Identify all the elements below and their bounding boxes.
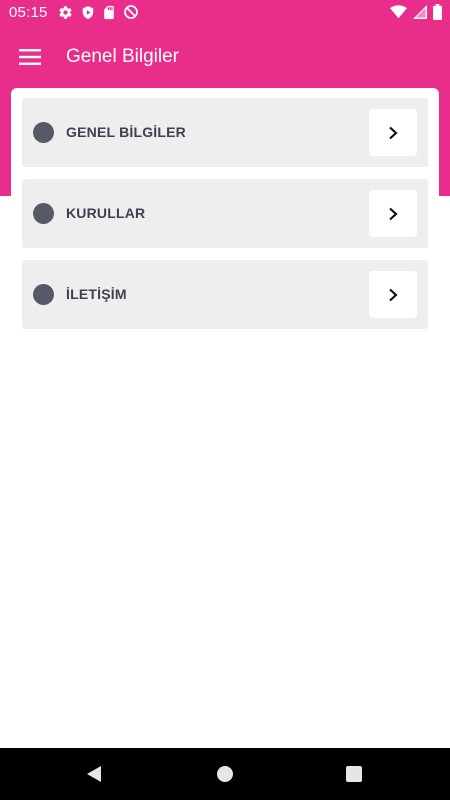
- menu-item-label: GENEL BİLGİLER: [66, 124, 186, 140]
- status-bar: 05:15: [0, 0, 450, 26]
- dot-icon: [33, 122, 54, 143]
- screen: 05:15 Genel Bilgiler GENEL BİLGİLER KURU…: [0, 0, 450, 800]
- navigation-bar: [0, 748, 450, 800]
- battery-icon: [433, 4, 442, 20]
- dot-icon: [33, 284, 54, 305]
- sd-card-icon: [103, 5, 115, 20]
- back-icon[interactable]: [82, 762, 106, 786]
- recents-icon[interactable]: [342, 762, 366, 786]
- menu-list: GENEL BİLGİLER KURULLAR İLETİŞİM: [22, 98, 428, 341]
- menu-item-kurullar[interactable]: KURULLAR: [22, 179, 428, 248]
- home-icon[interactable]: [213, 762, 237, 786]
- signal-icon: [413, 5, 427, 19]
- app-bar: Genel Bilgiler: [0, 26, 450, 88]
- dot-icon: [33, 203, 54, 224]
- status-time: 05:15: [9, 4, 48, 21]
- menu-item-label: İLETİŞİM: [66, 286, 127, 302]
- status-icons-left: [58, 4, 139, 20]
- page-title: Genel Bilgiler: [66, 46, 179, 67]
- chevron-right-icon[interactable]: [369, 271, 417, 318]
- content-card: GENEL BİLGİLER KURULLAR İLETİŞİM: [11, 88, 439, 748]
- status-icons-right: [390, 4, 442, 20]
- wifi-icon: [390, 5, 407, 19]
- hamburger-menu-icon[interactable]: [14, 41, 46, 73]
- chevron-right-icon[interactable]: [369, 190, 417, 237]
- menu-item-genel-bilgiler[interactable]: GENEL BİLGİLER: [22, 98, 428, 167]
- chevron-right-icon[interactable]: [369, 109, 417, 156]
- settings-icon: [58, 5, 73, 20]
- menu-item-label: KURULLAR: [66, 205, 146, 221]
- do-not-disturb-icon: [123, 4, 139, 20]
- menu-item-iletisim[interactable]: İLETİŞİM: [22, 260, 428, 329]
- shield-play-icon: [81, 5, 95, 20]
